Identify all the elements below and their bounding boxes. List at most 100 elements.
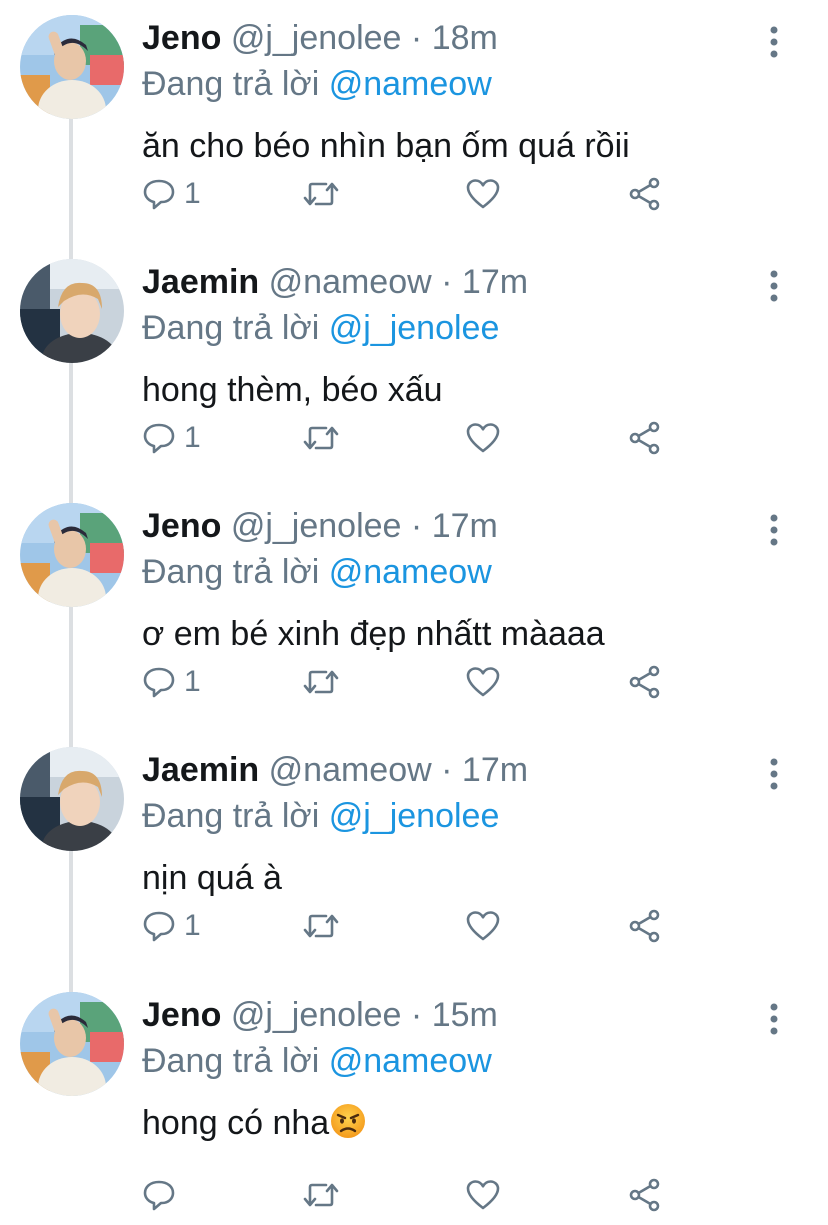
- display-name[interactable]: Jeno: [142, 19, 221, 57]
- more-options-icon[interactable]: [756, 999, 792, 1039]
- retweet-button[interactable]: [302, 904, 340, 948]
- tweet-text: nịn quá à: [142, 859, 282, 897]
- tweet-actions: [142, 1173, 702, 1217]
- replying-to: Đang trả lời @nameow: [142, 550, 492, 594]
- display-name[interactable]: Jeno: [142, 507, 221, 545]
- replying-to: Đang trả lời @nameow: [142, 62, 492, 106]
- like-button[interactable]: [466, 172, 500, 216]
- retweet-icon: [303, 670, 339, 694]
- share-button[interactable]: [628, 1173, 662, 1217]
- like-button[interactable]: [466, 660, 500, 704]
- avatar-jaemin[interactable]: [20, 747, 124, 851]
- reply-button[interactable]: 1: [142, 904, 201, 948]
- share-icon: [629, 177, 660, 211]
- tweet-text: ăn cho béo nhìn bạn ốm quá rồii: [142, 127, 630, 165]
- user-handle[interactable]: @nameow: [269, 263, 432, 301]
- tweet[interactable]: Jaemin @nameow · 17m Đang trả lời @j_jen…: [0, 732, 828, 976]
- separator-dot: ·: [441, 263, 453, 301]
- reply-icon: [143, 423, 175, 454]
- display-name[interactable]: Jaemin: [142, 751, 259, 789]
- reply-button[interactable]: [142, 1173, 184, 1217]
- tweet-header: Jaemin @nameow · 17m: [142, 260, 528, 304]
- avatar-jeno[interactable]: [20, 15, 124, 119]
- tweet-actions: 1: [142, 660, 702, 704]
- user-handle[interactable]: @j_jenolee: [231, 996, 402, 1034]
- retweet-icon: [303, 1183, 339, 1207]
- user-handle[interactable]: @nameow: [269, 751, 432, 789]
- mention-link[interactable]: @nameow: [329, 1042, 492, 1080]
- timestamp[interactable]: 15m: [432, 996, 498, 1034]
- share-icon: [629, 909, 660, 943]
- mention-link[interactable]: @j_jenolee: [329, 797, 500, 835]
- tweet[interactable]: Jaemin @nameow · 17m Đang trả lời @j_jen…: [0, 244, 828, 488]
- heart-icon: [466, 667, 500, 697]
- like-button[interactable]: [466, 416, 500, 460]
- avatar-jeno[interactable]: [20, 503, 124, 607]
- tweet-header: Jeno @j_jenolee · 18m: [142, 16, 498, 60]
- tweet[interactable]: Jeno @j_jenolee · 15m Đang trả lời @name…: [0, 977, 828, 1221]
- heart-icon: [466, 179, 500, 209]
- reply-count: 1: [184, 909, 201, 942]
- user-handle[interactable]: @j_jenolee: [231, 19, 402, 57]
- share-button[interactable]: [628, 416, 662, 460]
- share-button[interactable]: [628, 904, 662, 948]
- replying-to: Đang trả lời @j_jenolee: [142, 794, 499, 838]
- retweet-button[interactable]: [302, 1173, 340, 1217]
- tweet-header: Jeno @j_jenolee · 17m: [142, 504, 498, 548]
- like-button[interactable]: [466, 904, 500, 948]
- share-button[interactable]: [628, 172, 662, 216]
- share-button[interactable]: [628, 660, 662, 704]
- reply-icon: [143, 667, 175, 698]
- reply-button[interactable]: 1: [142, 416, 201, 460]
- reply-button[interactable]: 1: [142, 660, 201, 704]
- more-options-icon[interactable]: [756, 22, 792, 62]
- tweet-header: Jeno @j_jenolee · 15m: [142, 993, 498, 1037]
- avatar-jeno[interactable]: [20, 992, 124, 1096]
- replying-prefix: Đang trả lời: [142, 553, 320, 591]
- tweet-text: ơ em bé xinh đẹp nhấtt màaaa: [142, 615, 605, 653]
- retweet-icon: [303, 914, 339, 938]
- tweet[interactable]: Jeno @j_jenolee · 17m Đang trả lời @name…: [0, 488, 828, 732]
- more-options-icon[interactable]: [756, 754, 792, 794]
- heart-icon: [466, 423, 500, 453]
- replying-to: Đang trả lời @nameow: [142, 1039, 492, 1083]
- reply-button[interactable]: 1: [142, 172, 201, 216]
- tweet-actions: 1: [142, 904, 702, 948]
- more-options-icon[interactable]: [756, 266, 792, 306]
- mention-link[interactable]: @nameow: [329, 65, 492, 103]
- tweet-text-content: hong có nha: [142, 1104, 330, 1142]
- mention-link[interactable]: @nameow: [329, 553, 492, 591]
- tweet[interactable]: Jeno @j_jenolee · 18m Đang trả lời @name…: [0, 0, 828, 244]
- like-button[interactable]: [466, 1173, 500, 1217]
- reply-count: 1: [184, 421, 201, 454]
- separator-dot: ·: [410, 507, 423, 545]
- display-name[interactable]: Jaemin: [142, 263, 259, 301]
- retweet-button[interactable]: [302, 660, 340, 704]
- retweet-icon: [303, 182, 339, 206]
- heart-icon: [466, 1180, 500, 1210]
- separator-dot: ·: [441, 751, 453, 789]
- retweet-icon: [303, 426, 339, 450]
- timestamp[interactable]: 18m: [432, 19, 498, 57]
- timestamp[interactable]: 17m: [462, 263, 528, 301]
- reply-count: 1: [184, 177, 201, 210]
- replying-prefix: Đang trả lời: [142, 309, 320, 347]
- timestamp[interactable]: 17m: [432, 507, 498, 545]
- tweet-header: Jaemin @nameow · 17m: [142, 748, 528, 792]
- reply-icon: [143, 911, 175, 942]
- retweet-button[interactable]: [302, 172, 340, 216]
- tweet-text: hong thèm, béo xấu: [142, 371, 443, 409]
- tweet-text: hong có nha: [142, 1099, 367, 1147]
- share-icon: [629, 1178, 660, 1212]
- retweet-button[interactable]: [302, 416, 340, 460]
- mention-link[interactable]: @j_jenolee: [329, 309, 500, 347]
- timestamp[interactable]: 17m: [462, 751, 528, 789]
- replying-prefix: Đang trả lời: [142, 1042, 320, 1080]
- user-handle[interactable]: @j_jenolee: [231, 507, 402, 545]
- avatar-jaemin[interactable]: [20, 259, 124, 363]
- display-name[interactable]: Jeno: [142, 996, 221, 1034]
- more-options-icon[interactable]: [756, 510, 792, 550]
- separator-dot: ·: [410, 996, 423, 1034]
- heart-icon: [466, 911, 500, 941]
- replying-prefix: Đang trả lời: [142, 65, 320, 103]
